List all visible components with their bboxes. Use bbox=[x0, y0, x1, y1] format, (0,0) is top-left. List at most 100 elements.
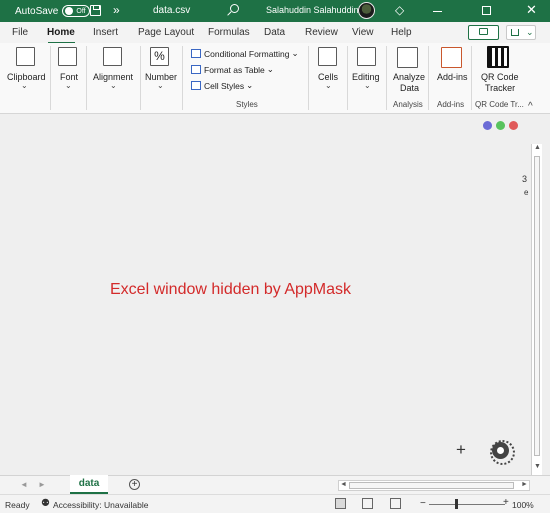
cell-styles-label: Cell Styles bbox=[204, 80, 245, 91]
user-name[interactable]: Salahuddin Salahuddin bbox=[266, 5, 359, 15]
chevron-down-icon[interactable]: ⌄ bbox=[21, 81, 28, 90]
add-icon[interactable]: + bbox=[456, 440, 466, 460]
scroll-up-icon[interactable]: ▲ bbox=[534, 144, 541, 151]
diamond-icon[interactable]: ◇ bbox=[395, 3, 404, 17]
analyze-data-label-1[interactable]: Analyze bbox=[393, 72, 425, 82]
comments-button[interactable] bbox=[468, 25, 499, 40]
conditional-formatting-button[interactable]: Conditional Formatting ⌄ bbox=[191, 48, 299, 59]
scroll-right-icon[interactable]: ► bbox=[521, 481, 528, 488]
alignment-icon[interactable] bbox=[103, 47, 122, 66]
cells-icon[interactable] bbox=[318, 47, 337, 66]
add-ins-icon[interactable] bbox=[441, 47, 462, 68]
partial-cell-text: e bbox=[524, 188, 529, 197]
add-ins-button[interactable]: Add-ins bbox=[437, 72, 468, 82]
sheet-tab-data[interactable]: data bbox=[70, 475, 108, 494]
qr-code-icon[interactable] bbox=[487, 46, 509, 68]
chevron-down-icon[interactable]: ⌄ bbox=[65, 81, 72, 90]
qr-code-label-2[interactable]: Tracker bbox=[485, 83, 515, 93]
ribbon: Clipboard ⌄ Font ⌄ Alignment ⌄ % Number … bbox=[0, 43, 550, 114]
tab-home[interactable]: Home bbox=[47, 27, 75, 38]
toggle-knob bbox=[65, 7, 74, 15]
share-icon bbox=[511, 29, 519, 36]
vertical-scrollbar[interactable]: ▲ ▼ bbox=[531, 144, 542, 478]
tab-file[interactable]: File bbox=[12, 27, 28, 38]
editing-search-icon[interactable] bbox=[357, 47, 376, 66]
scroll-sheets-right-icon[interactable]: ► bbox=[38, 480, 46, 489]
horizontal-scrollbar[interactable]: ◄ ► bbox=[338, 480, 530, 491]
chevron-down-icon[interactable]: ⌄ bbox=[110, 81, 117, 90]
zoom-slider[interactable] bbox=[429, 504, 505, 505]
accessibility-status[interactable]: Accessibility: Unavailable bbox=[53, 500, 148, 510]
clipboard-icon[interactable] bbox=[16, 47, 35, 66]
chevron-down-icon: ⌄ bbox=[266, 64, 274, 74]
partial-cell-text: 3 bbox=[522, 174, 528, 184]
tab-data[interactable]: Data bbox=[264, 27, 285, 38]
scroll-left-icon[interactable]: ◄ bbox=[340, 481, 347, 488]
status-ready: Ready bbox=[5, 500, 30, 510]
tab-help[interactable]: Help bbox=[391, 27, 412, 38]
file-name: data.csv bbox=[153, 5, 191, 16]
divider bbox=[386, 46, 387, 110]
search-icon[interactable] bbox=[230, 4, 239, 13]
status-dot-green bbox=[496, 121, 505, 130]
avatar[interactable] bbox=[358, 2, 375, 19]
page-layout-view-icon[interactable] bbox=[362, 498, 373, 509]
styles-group-label: Styles bbox=[236, 100, 258, 109]
tab-insert[interactable]: Insert bbox=[93, 27, 118, 38]
save-icon[interactable] bbox=[90, 5, 101, 16]
format-as-table-icon bbox=[191, 65, 201, 74]
cell-styles-button[interactable]: Cell Styles ⌄ bbox=[191, 80, 253, 91]
zoom-level[interactable]: 100% bbox=[512, 500, 534, 510]
scrollbar-thumb[interactable] bbox=[349, 482, 514, 489]
normal-view-icon[interactable] bbox=[335, 498, 346, 509]
divider bbox=[86, 46, 87, 110]
title-bar: AutoSave Off » data.csv Salahuddin Salah… bbox=[0, 0, 550, 22]
sheet-tabs-bar: ◄ ► data + ◄ ► bbox=[0, 475, 550, 494]
divider bbox=[471, 46, 472, 110]
scroll-down-icon[interactable]: ▼ bbox=[534, 463, 541, 470]
status-dot-red bbox=[509, 121, 518, 130]
status-dot-blue bbox=[483, 121, 492, 130]
accessibility-icon[interactable]: ⚉ bbox=[41, 498, 50, 509]
share-button[interactable]: ⌄ bbox=[506, 25, 536, 40]
tab-formulas[interactable]: Formulas bbox=[208, 27, 250, 38]
gear-icon[interactable] bbox=[490, 440, 515, 465]
minimize-icon[interactable] bbox=[433, 11, 442, 12]
tab-page-layout[interactable]: Page Layout bbox=[138, 27, 194, 38]
analyze-data-icon[interactable] bbox=[397, 47, 418, 68]
appmask-message: Excel window hidden by AppMask bbox=[110, 281, 352, 298]
autosave-label: AutoSave bbox=[15, 5, 59, 17]
close-icon[interactable]: ✕ bbox=[526, 2, 537, 18]
divider bbox=[182, 46, 183, 110]
qr-code-group-label: QR Code Tr... bbox=[475, 100, 524, 109]
chevron-down-icon[interactable]: ⌄ bbox=[325, 81, 332, 90]
maximize-icon[interactable] bbox=[482, 6, 491, 15]
zoom-slider-thumb[interactable] bbox=[455, 499, 458, 509]
scrollbar-thumb[interactable] bbox=[534, 156, 540, 456]
autosave-toggle[interactable]: Off bbox=[62, 5, 91, 17]
qr-code-label-1[interactable]: QR Code bbox=[481, 72, 519, 82]
collapse-ribbon-icon[interactable]: ^ bbox=[528, 101, 533, 112]
zoom-out-button[interactable]: − bbox=[420, 498, 426, 509]
divider bbox=[140, 46, 141, 110]
analyze-data-label-2[interactable]: Data bbox=[400, 83, 419, 93]
chevron-down-icon: ⌄ bbox=[526, 27, 534, 37]
tab-view[interactable]: View bbox=[352, 27, 374, 38]
page-break-view-icon[interactable] bbox=[390, 498, 401, 509]
autosave-state: Off bbox=[76, 7, 86, 15]
chevron-down-icon: ⌄ bbox=[246, 80, 254, 90]
percent-icon[interactable]: % bbox=[150, 47, 169, 66]
cell-styles-icon bbox=[191, 81, 201, 90]
chevron-down-icon[interactable]: ⌄ bbox=[157, 81, 164, 90]
more-commands-icon[interactable]: » bbox=[113, 3, 120, 17]
conditional-formatting-label: Conditional Formatting bbox=[204, 48, 290, 59]
format-as-table-button[interactable]: Format as Table ⌄ bbox=[191, 64, 274, 75]
font-icon[interactable] bbox=[58, 47, 77, 66]
zoom-in-button[interactable]: + bbox=[503, 497, 509, 508]
scroll-sheets-left-icon[interactable]: ◄ bbox=[20, 480, 28, 489]
divider bbox=[308, 46, 309, 110]
tab-review[interactable]: Review bbox=[305, 27, 338, 38]
chevron-down-icon[interactable]: ⌄ bbox=[364, 81, 371, 90]
analysis-group-label: Analysis bbox=[393, 100, 423, 109]
add-sheet-button[interactable]: + bbox=[129, 479, 140, 490]
